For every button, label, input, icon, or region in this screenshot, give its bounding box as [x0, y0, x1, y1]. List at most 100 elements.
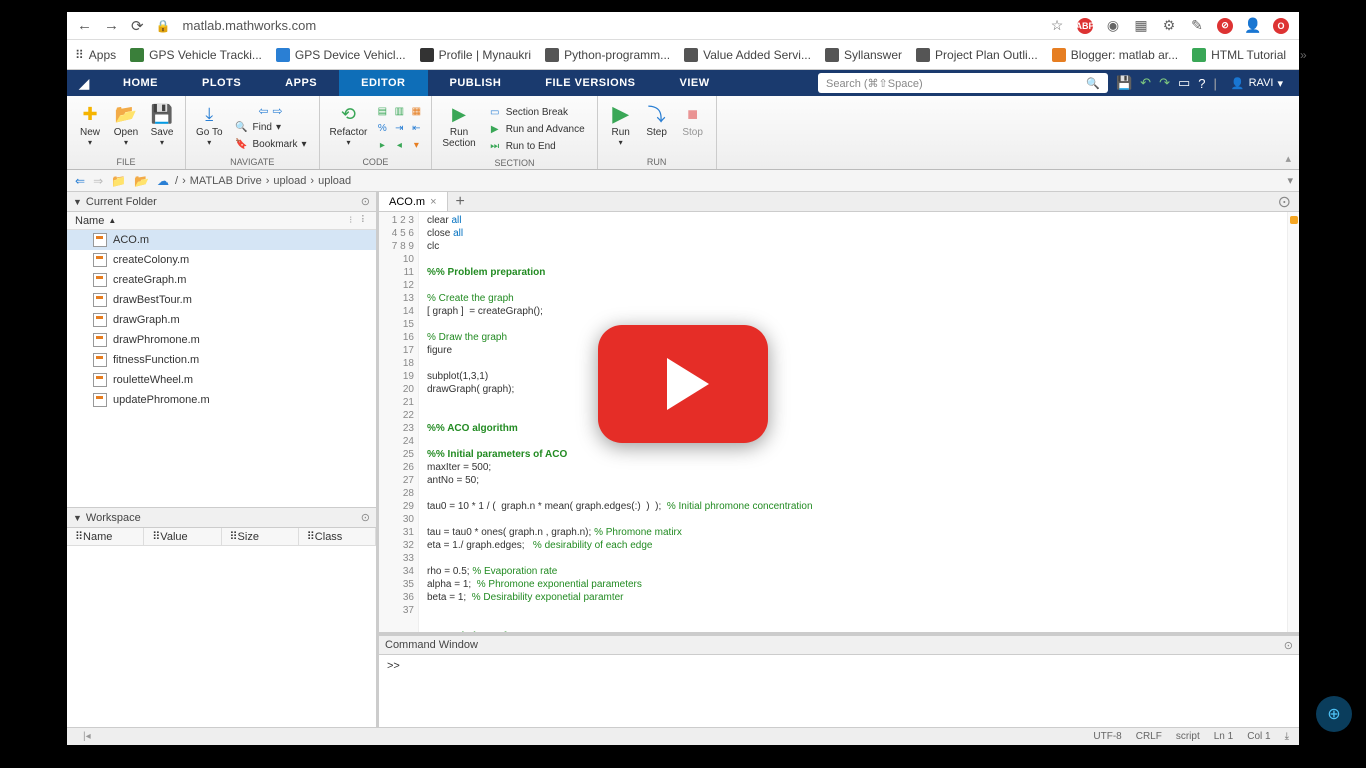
app-tab-apps[interactable]: APPS [263, 70, 339, 96]
file-row[interactable]: createColony.m [67, 250, 376, 270]
status-end-icon[interactable]: ⤓ [1285, 731, 1289, 742]
video-play-button[interactable] [598, 325, 768, 443]
ext3-icon[interactable]: ✎ [1189, 18, 1205, 34]
bookmark-item[interactable]: GPS Device Vehicl... [276, 48, 406, 62]
status-type[interactable]: script [1176, 731, 1200, 742]
panel-options-icon[interactable]: ⊙ [361, 511, 370, 524]
search-input[interactable]: Search (⌘⇧Space) 🔍 [818, 73, 1108, 93]
camera-icon[interactable]: ◉ [1105, 18, 1121, 34]
back-icon[interactable]: ← [77, 17, 92, 34]
editor-tab[interactable]: ACO.m × [379, 192, 448, 211]
cloud-icon[interactable]: ☁ [155, 174, 171, 188]
ext5-icon[interactable]: O [1273, 18, 1289, 34]
file-row[interactable]: drawGraph.m [67, 310, 376, 330]
save-cloud-icon[interactable]: 💾 [1116, 75, 1132, 91]
app-tab-editor[interactable]: EDITOR [339, 70, 427, 96]
path-drive[interactable]: MATLAB Drive [190, 175, 262, 187]
warning-indicator-icon[interactable] [1290, 216, 1298, 224]
code-ic8[interactable]: ◂ [392, 138, 406, 152]
help-icon[interactable]: ? [1198, 76, 1205, 91]
bookmark-item[interactable]: Blogger: matlab ar... [1052, 48, 1178, 62]
code-ic6[interactable]: ⇤ [409, 121, 423, 135]
app-tab-plots[interactable]: PLOTS [180, 70, 263, 96]
bookmark-item[interactable]: Python-programm... [545, 48, 670, 62]
apps-grid-icon[interactable]: ⠿ Apps [75, 48, 116, 62]
path-root[interactable]: / [175, 175, 178, 187]
collapse-toolstrip-icon[interactable]: ▴ [1285, 152, 1291, 165]
status-encoding[interactable]: UTF-8 [1093, 731, 1121, 742]
forward-icon[interactable]: → [104, 17, 119, 34]
panel-options-icon[interactable]: ⊙ [361, 195, 370, 208]
app-tab-publish[interactable]: PUBLISH [428, 70, 524, 96]
abp-icon[interactable]: ABP [1077, 18, 1093, 34]
redo-icon[interactable]: ↷ [1159, 75, 1170, 91]
files-column-header[interactable]: Name ▲ ⁝ ⠇ [67, 212, 376, 230]
app-tab-home[interactable]: HOME [101, 70, 180, 96]
file-row[interactable]: drawBestTour.m [67, 290, 376, 310]
open-button[interactable]: 📂Open▾ [109, 100, 143, 149]
undo-icon[interactable]: ↶ [1140, 75, 1151, 91]
code-ic4[interactable]: % [375, 121, 389, 135]
up-icon[interactable]: 📂 [132, 174, 151, 188]
close-tab-icon[interactable]: × [430, 196, 436, 208]
current-folder-header[interactable]: ▼ Current Folder ⊙ [67, 192, 376, 212]
matlab-logo-icon[interactable]: ◢ [67, 70, 101, 96]
nav-fwd-icon[interactable]: ⇨ [273, 104, 283, 118]
section-break-button[interactable]: ▭Section Break [484, 104, 589, 120]
editor-options-icon[interactable]: ⊙ [1270, 192, 1299, 212]
layout-icon[interactable]: ▭ [1178, 75, 1190, 91]
nav-back-icon[interactable]: ⇦ [258, 104, 268, 118]
app-tab-view[interactable]: VIEW [658, 70, 732, 96]
workspace-header[interactable]: ▼ Workspace ⊙ [67, 508, 376, 528]
stop-button[interactable]: ■Stop [676, 100, 710, 140]
status-left-icon[interactable]: |◂ [83, 731, 91, 742]
run-section-button[interactable]: ▶Run Section [438, 100, 479, 151]
path-back-icon[interactable]: ⇐ [73, 174, 87, 188]
find-button[interactable]: 🔍Find ▾ [231, 119, 311, 135]
run-advance-button[interactable]: ▶Run and Advance [484, 121, 589, 137]
bookmark-item[interactable]: HTML Tutorial [1192, 48, 1286, 62]
file-row[interactable]: drawPhromone.m [67, 330, 376, 350]
bookmark-item[interactable]: Project Plan Outli... [916, 48, 1038, 62]
ext1-icon[interactable]: ▦ [1133, 18, 1149, 34]
star-icon[interactable]: ☆ [1049, 18, 1065, 34]
file-row[interactable]: updatePhromone.m [67, 390, 376, 410]
profile-icon[interactable]: 👤 [1245, 18, 1261, 34]
ext4-icon[interactable]: ⊘ [1217, 18, 1233, 34]
file-row[interactable]: rouletteWheel.m [67, 370, 376, 390]
file-row[interactable]: createGraph.m [67, 270, 376, 290]
file-row[interactable]: ACO.m [67, 230, 376, 250]
add-tab-icon[interactable]: + [448, 193, 473, 211]
path-seg1[interactable]: upload [273, 175, 306, 187]
bookmarks-overflow[interactable]: » [1300, 48, 1307, 62]
run-button[interactable]: ▶Run▾ [604, 100, 638, 149]
code-ic5[interactable]: ⇥ [392, 121, 406, 135]
ws-col[interactable]: ⠿Name [67, 528, 144, 545]
user-menu[interactable]: 👤 RAVI ▾ [1225, 77, 1289, 90]
code-ic2[interactable]: ▥ [392, 104, 406, 118]
bookmark-item[interactable]: Syllanswer [825, 48, 902, 62]
code-ic3[interactable]: ▦ [409, 104, 423, 118]
ws-col[interactable]: ⠿Size [222, 528, 299, 545]
refactor-button[interactable]: ⟲Refactor▾ [326, 100, 372, 149]
command-window-body[interactable]: >> [379, 655, 1299, 727]
path-dropdown-icon[interactable]: ▾ [1287, 174, 1293, 187]
new-button[interactable]: ✚New▾ [73, 100, 107, 149]
status-eol[interactable]: CRLF [1136, 731, 1162, 742]
ws-col[interactable]: ⠿Class [299, 528, 376, 545]
folder-icon[interactable]: 📁 [109, 174, 128, 188]
code-editor[interactable]: 1 2 3 4 5 6 7 8 9 10 11 12 13 14 15 16 1… [379, 212, 1299, 632]
path-seg2[interactable]: upload [318, 175, 351, 187]
code-ic9[interactable]: ▾ [409, 138, 423, 152]
step-button[interactable]: ⤵Step [640, 100, 674, 140]
goto-button[interactable]: ⤓Go To▾ [192, 100, 227, 149]
bookmark-item[interactable]: Profile | Mynaukri [420, 48, 531, 62]
path-fwd-icon[interactable]: ⇒ [91, 174, 105, 188]
panel-options-icon[interactable]: ⊙ [1284, 639, 1293, 652]
run-to-end-button[interactable]: ⏭Run to End [484, 138, 589, 154]
code-ic1[interactable]: ▤ [375, 104, 389, 118]
ws-col[interactable]: ⠿Value [144, 528, 221, 545]
file-row[interactable]: fitnessFunction.m [67, 350, 376, 370]
command-window-header[interactable]: Command Window ⊙ [379, 635, 1299, 655]
ext2-icon[interactable]: ⚙ [1161, 18, 1177, 34]
